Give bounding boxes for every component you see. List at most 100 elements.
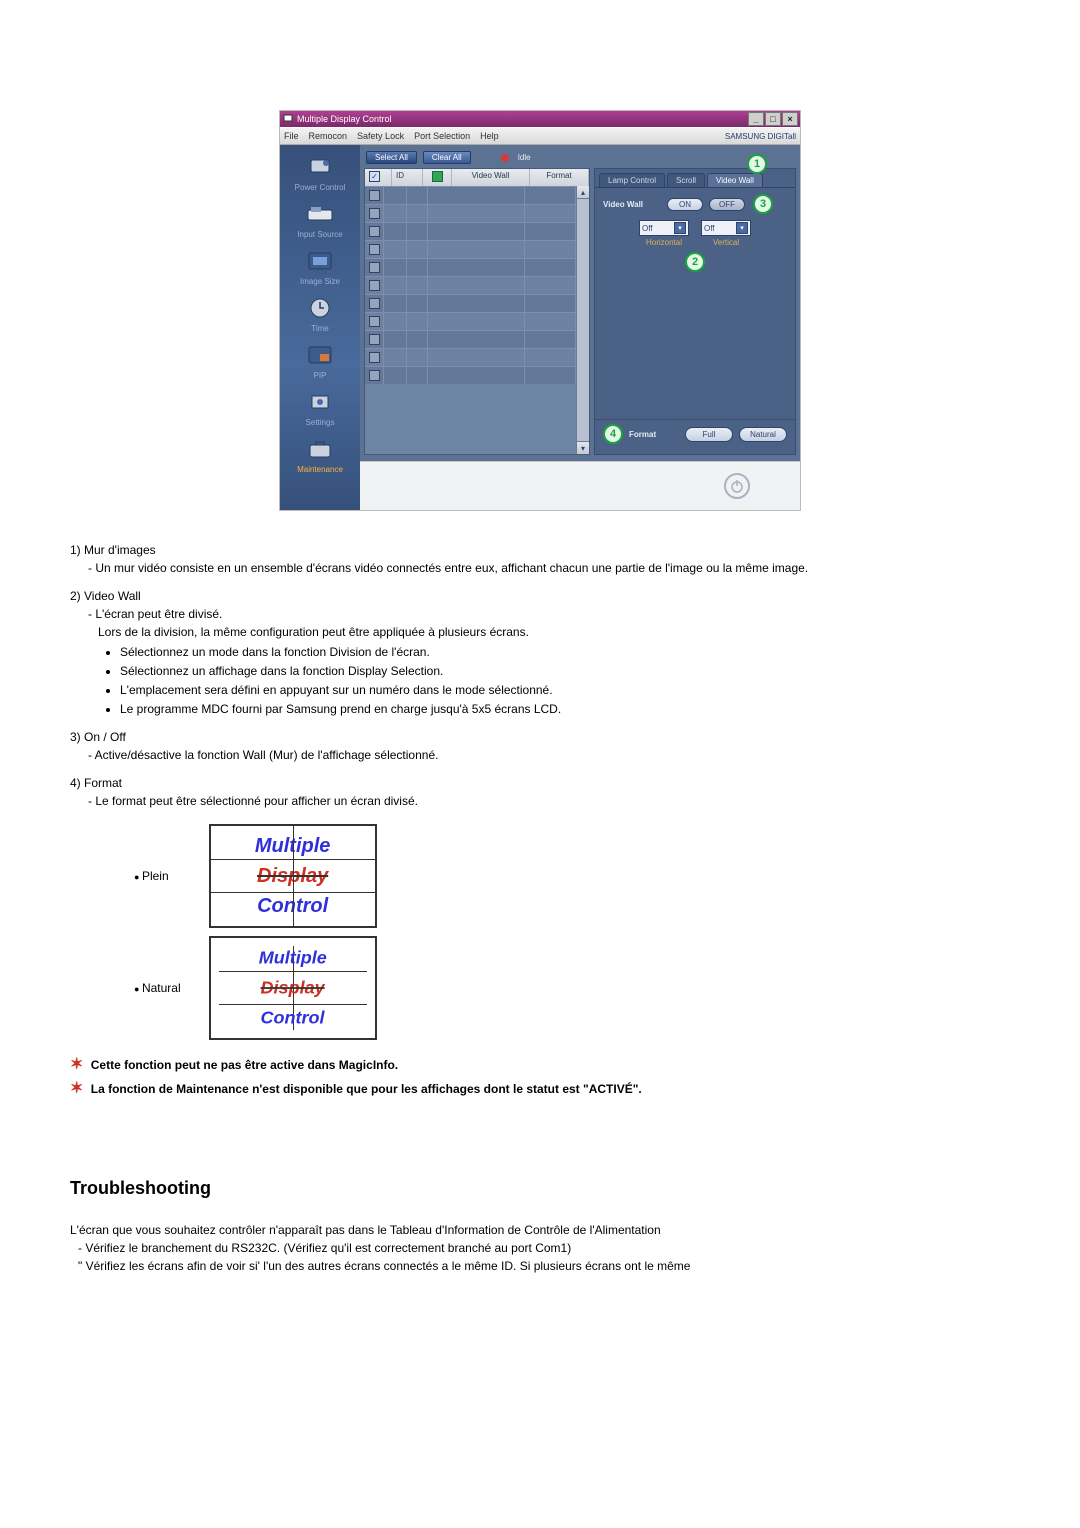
note-1: ✶ Cette fonction peut ne pas être active… bbox=[70, 1054, 1010, 1074]
grid-body bbox=[365, 186, 576, 454]
scroll-down-icon[interactable]: ▾ bbox=[577, 441, 589, 454]
col-id-header[interactable]: ID bbox=[392, 169, 423, 186]
tab-video-wall[interactable]: Video Wall bbox=[707, 173, 763, 187]
sidebar-item-label: Image Size bbox=[300, 277, 340, 286]
sidebar-item-pip[interactable]: PIP bbox=[285, 341, 355, 380]
table-row[interactable] bbox=[365, 222, 576, 240]
sidebar-item-image-size[interactable]: Image Size bbox=[285, 247, 355, 286]
item-title: 3) On / Off bbox=[70, 728, 1010, 746]
sidebar-item-label: Power Control bbox=[295, 183, 346, 192]
list-item-4: 4) Format Le format peut être sélectionn… bbox=[70, 774, 1010, 810]
scroll-up-icon[interactable]: ▴ bbox=[577, 186, 589, 199]
select-all-button[interactable]: Select All bbox=[366, 151, 417, 164]
table-row[interactable] bbox=[365, 186, 576, 204]
close-button[interactable]: × bbox=[782, 112, 798, 126]
table-row[interactable] bbox=[365, 348, 576, 366]
item-title: 1) Mur d'images bbox=[70, 541, 1010, 559]
troubleshooting-list: L'écran que vous souhaitez contrôler n'a… bbox=[70, 1221, 1010, 1275]
item-desc: L'écran peut être divisé. bbox=[70, 605, 1010, 623]
vertical-dropdown[interactable]: Off ▾ bbox=[701, 220, 751, 236]
format-label-natural: Natural bbox=[134, 981, 181, 995]
table-row[interactable] bbox=[365, 312, 576, 330]
sidebar-item-input-source[interactable]: Input Source bbox=[285, 200, 355, 239]
ts-sub: Vérifiez le branchement du RS232C. (Véri… bbox=[70, 1239, 1010, 1257]
brand-label: SAMSUNG DIGITall bbox=[725, 132, 796, 141]
col-format-header[interactable]: Format bbox=[530, 169, 589, 186]
sidebar-item-label: Maintenance bbox=[297, 465, 343, 474]
note-2: ✶ La fonction de Maintenance n'est dispo… bbox=[70, 1078, 1010, 1098]
item-title: 4) Format bbox=[70, 774, 1010, 792]
table-row[interactable] bbox=[365, 240, 576, 258]
menu-remocon[interactable]: Remocon bbox=[309, 131, 348, 141]
video-wall-label: Video Wall bbox=[603, 200, 661, 209]
format-full-button[interactable]: Full bbox=[685, 427, 733, 442]
input-source-icon bbox=[304, 200, 336, 228]
annotation-1: 1 bbox=[747, 154, 767, 174]
horizontal-dropdown[interactable]: Off ▾ bbox=[639, 220, 689, 236]
table-row[interactable] bbox=[365, 258, 576, 276]
format-example-natural: Multiple Display Control bbox=[209, 936, 377, 1040]
col-videowall-header[interactable]: Video Wall bbox=[452, 169, 530, 186]
sidebar-item-label: Input Source bbox=[297, 230, 342, 239]
format-natural-button[interactable]: Natural bbox=[739, 427, 787, 442]
table-row[interactable] bbox=[365, 330, 576, 348]
status-bar bbox=[360, 461, 800, 510]
clear-all-button[interactable]: Clear All bbox=[423, 151, 471, 164]
table-row[interactable] bbox=[365, 204, 576, 222]
bullet: Sélectionnez un affichage dans la foncti… bbox=[120, 662, 1010, 680]
main-toolbar: Select All Clear All Idle bbox=[360, 145, 800, 164]
note-text: Cette fonction peut ne pas être active d… bbox=[91, 1058, 398, 1072]
sidebar-item-label: Time bbox=[311, 324, 328, 333]
video-wall-off-button[interactable]: OFF bbox=[709, 198, 745, 211]
idle-label: Idle bbox=[518, 153, 531, 162]
chevron-down-icon: ▾ bbox=[736, 222, 748, 234]
list-item-3: 3) On / Off Active/désactive la fonction… bbox=[70, 728, 1010, 764]
menubar: File Remocon Safety Lock Port Selection … bbox=[280, 127, 800, 145]
annotation-4: 4 bbox=[603, 424, 623, 444]
table-row[interactable] bbox=[365, 366, 576, 384]
table-row[interactable] bbox=[365, 276, 576, 294]
sidebar-item-power-control[interactable]: Power Control bbox=[285, 153, 355, 192]
item-desc: Un mur vidéo consiste en un ensemble d'é… bbox=[70, 559, 1010, 577]
format-examples-table: Plein Multiple Display Control Natural M… bbox=[120, 820, 391, 1044]
sidebar-item-label: PIP bbox=[314, 371, 327, 380]
menu-help[interactable]: Help bbox=[480, 131, 499, 141]
image-size-icon bbox=[304, 247, 336, 275]
menu-file[interactable]: File bbox=[284, 131, 299, 141]
menu-port-selection[interactable]: Port Selection bbox=[414, 131, 470, 141]
tab-scroll[interactable]: Scroll bbox=[667, 173, 705, 187]
annotation-2: 2 bbox=[685, 252, 705, 272]
menu-safety-lock[interactable]: Safety Lock bbox=[357, 131, 404, 141]
time-icon bbox=[304, 294, 336, 322]
window-title: Multiple Display Control bbox=[297, 111, 392, 127]
explanation-list: 1) Mur d'images Un mur vidéo consiste en… bbox=[70, 541, 1010, 1275]
power-status-icon bbox=[724, 473, 750, 499]
sidebar-item-settings[interactable]: Settings bbox=[285, 388, 355, 427]
star-icon: ✶ bbox=[70, 1056, 83, 1073]
dropdown-value: Off bbox=[642, 224, 653, 233]
col-indicator-header bbox=[423, 169, 452, 186]
minimize-button[interactable]: _ bbox=[748, 112, 764, 126]
maintenance-icon bbox=[304, 435, 336, 463]
tab-lamp-control[interactable]: Lamp Control bbox=[599, 173, 665, 187]
annotation-3: 3 bbox=[753, 194, 773, 214]
bullet: Le programme MDC fourni par Samsung pren… bbox=[120, 700, 1010, 718]
bullet: Sélectionnez un mode dans la fonction Di… bbox=[120, 643, 1010, 661]
idle-indicator-icon bbox=[501, 154, 509, 162]
sidebar-item-time[interactable]: Time bbox=[285, 294, 355, 333]
star-icon: ✶ bbox=[70, 1080, 83, 1097]
settings-icon bbox=[304, 388, 336, 416]
sidebar-item-maintenance[interactable]: Maintenance bbox=[285, 435, 355, 474]
video-wall-on-button[interactable]: ON bbox=[667, 198, 703, 211]
tabs: Lamp Control Scroll Video Wall bbox=[595, 169, 795, 187]
table-row[interactable] bbox=[365, 294, 576, 312]
grid-header: ✓ ID Video Wall Format bbox=[365, 169, 589, 186]
grid-scrollbar[interactable]: ▴ ▾ bbox=[576, 186, 589, 454]
maximize-button[interactable]: □ bbox=[765, 112, 781, 126]
display-grid: ✓ ID Video Wall Format bbox=[364, 168, 590, 455]
item-title: 2) Video Wall bbox=[70, 587, 1010, 605]
item-desc: Lors de la division, la même configurati… bbox=[70, 623, 1010, 641]
col-check-header[interactable]: ✓ bbox=[365, 169, 392, 186]
item-desc: Active/désactive la fonction Wall (Mur) … bbox=[70, 746, 1010, 764]
app-icon bbox=[282, 113, 294, 125]
